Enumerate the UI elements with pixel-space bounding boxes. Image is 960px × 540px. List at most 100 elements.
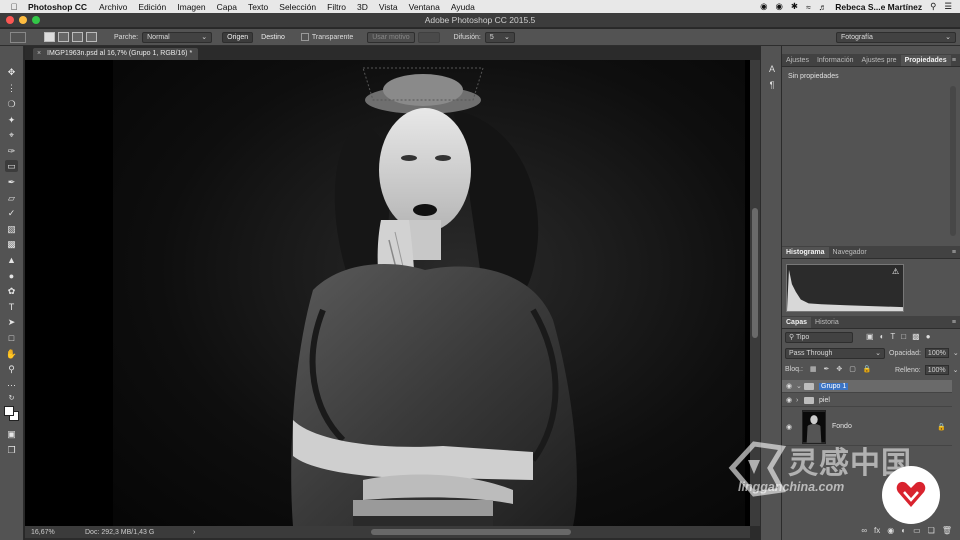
pattern-picker[interactable] <box>417 31 440 43</box>
eyedropper-tool-icon[interactable]: ✑ <box>5 145 18 157</box>
menu-vista[interactable]: Vista <box>379 2 398 12</box>
eye-icon[interactable]: ◉ <box>782 396 796 404</box>
quick-selection-tool-icon[interactable]: ✦ <box>5 114 18 126</box>
adjustment-filter-icon[interactable]: ◐ <box>880 332 885 341</box>
apple-menu-icon[interactable]:  <box>0 2 28 12</box>
layer-name[interactable]: piel <box>819 397 830 404</box>
close-tab-icon[interactable]: × <box>37 50 41 57</box>
menu-edicion[interactable]: Edición <box>138 2 166 12</box>
document-tab[interactable]: × IMGP1963n.psd al 16,7% (Grupo 1, RGB/1… <box>33 48 198 60</box>
subtract-selection-mode-icon[interactable] <box>72 32 83 42</box>
chevron-down-icon[interactable]: ⌄ <box>953 349 959 357</box>
tab-histograma[interactable]: Histograma <box>782 247 829 258</box>
use-pattern-button[interactable]: Usar motivo <box>367 31 415 43</box>
more-tools-icon[interactable]: ⋯ <box>5 379 18 391</box>
new-selection-mode-icon[interactable] <box>44 32 55 42</box>
pen-tool-icon[interactable]: ✿ <box>5 285 18 297</box>
patch-mode-select[interactable]: Normal ⌄ <box>142 31 213 43</box>
rectangle-tool-icon[interactable]: □ <box>5 332 18 344</box>
history-brush-tool-icon[interactable]: ✓ <box>5 207 18 219</box>
gradient-tool-icon[interactable]: ▩ <box>5 238 18 250</box>
transparent-checkbox[interactable] <box>300 33 309 41</box>
chevron-down-icon[interactable]: ⌄ <box>953 366 959 374</box>
horizontal-scroll-thumb[interactable] <box>371 529 571 535</box>
eraser-tool-icon[interactable]: ▧ <box>5 223 18 235</box>
menu-capa[interactable]: Capa <box>217 2 237 12</box>
marquee-tool-icon[interactable]: ⋮ <box>5 82 18 94</box>
panel-menu-icon[interactable]: ≡ <box>952 57 960 66</box>
lock-pixels-icon[interactable]: ✒ <box>824 365 830 373</box>
swap-colors-icon[interactable]: ↻ <box>5 393 18 405</box>
spotlight-icon[interactable]: ⚲ <box>930 1 936 12</box>
type-filter-icon[interactable]: T <box>890 332 895 341</box>
zoom-level[interactable]: 16,67% <box>25 529 85 536</box>
layer-name[interactable]: Grupo 1 <box>819 382 849 390</box>
tab-ajustes[interactable]: Ajustes <box>782 55 813 66</box>
doc-info[interactable]: Doc: 292,3 MB/1,43 G <box>85 529 193 536</box>
hand-tool-icon[interactable]: ✋ <box>5 348 18 360</box>
bluetooth-icon[interactable]: ✱ <box>791 1 798 12</box>
chevron-down-icon[interactable]: ⌄ <box>796 382 804 390</box>
smart-object-filter-icon[interactable]: ▩ <box>912 332 920 341</box>
paragraph-panel-icon[interactable]: ¶ <box>766 80 778 92</box>
tab-navegador[interactable]: Navegador <box>829 247 871 258</box>
eye-icon[interactable]: ◉ <box>782 382 796 390</box>
chevron-right-icon[interactable]: › <box>796 397 804 404</box>
layer-row-grupo-1[interactable]: ◉ ⌄ Grupo 1 <box>782 380 952 393</box>
screen-mode-icon[interactable]: ❐ <box>5 444 18 456</box>
user-name[interactable]: Rebeca S...e Martínez <box>835 2 922 12</box>
notification-center-icon[interactable]: ☰ <box>944 1 952 12</box>
blend-mode-select[interactable]: Pass Through ⌄ <box>785 348 885 359</box>
zoom-tool-icon[interactable]: ⚲ <box>5 363 18 375</box>
kind-filter-select[interactable]: ⚲ Tipo <box>785 332 853 343</box>
lock-artboard-icon[interactable]: ▢ <box>849 365 856 373</box>
menu-ayuda[interactable]: Ayuda <box>451 2 475 12</box>
intersect-selection-mode-icon[interactable] <box>86 32 97 42</box>
vertical-scroll-thumb[interactable] <box>752 208 758 338</box>
volume-icon[interactable]: ♬ <box>819 2 828 12</box>
tab-informacion[interactable]: Información <box>813 55 858 66</box>
pixel-filter-icon[interactable]: ▣ <box>866 332 874 341</box>
menu-ventana[interactable]: Ventana <box>409 2 440 12</box>
source-button[interactable]: Origen <box>222 31 254 43</box>
creative-cloud-icon[interactable]: ◉ <box>776 1 783 12</box>
app-menu[interactable]: Photoshop CC <box>28 2 87 12</box>
lasso-tool-icon[interactable]: ❍ <box>5 98 18 110</box>
eye-icon[interactable]: ◉ <box>782 423 796 431</box>
tool-preset-picker[interactable] <box>10 31 26 43</box>
lock-transparency-icon[interactable]: ▦ <box>810 365 817 373</box>
opacity-input[interactable]: 100% <box>924 348 949 358</box>
tab-historia[interactable]: Historia <box>811 317 843 328</box>
fill-input[interactable]: 100% <box>924 365 949 375</box>
tab-propiedades[interactable]: Propiedades <box>900 55 951 66</box>
properties-scrollbar[interactable] <box>950 86 956 236</box>
diffusion-select[interactable]: 5 ⌄ <box>484 31 515 43</box>
destination-button[interactable]: Destino <box>256 31 290 43</box>
status-menu-arrow[interactable]: › <box>193 529 203 536</box>
quick-mask-icon[interactable]: ▣ <box>5 428 18 440</box>
add-selection-mode-icon[interactable] <box>58 32 69 42</box>
filter-toggle-icon[interactable]: ● <box>926 332 931 341</box>
wifi-icon[interactable]: ≈ <box>806 2 811 12</box>
character-panel-icon[interactable]: A <box>766 64 778 76</box>
menu-3d[interactable]: 3D <box>357 2 368 12</box>
blur-tool-icon[interactable]: ▲ <box>5 254 18 266</box>
brush-tool-icon[interactable]: ✒ <box>5 176 18 188</box>
horizontal-scrollbar[interactable] <box>211 529 742 535</box>
lock-all-icon[interactable]: 🔒 <box>863 365 872 373</box>
lock-position-icon[interactable]: ✥ <box>836 365 842 373</box>
menu-archivo[interactable]: Archivo <box>99 2 127 12</box>
menu-seleccion[interactable]: Selección <box>279 2 316 12</box>
menu-imagen[interactable]: Imagen <box>177 2 205 12</box>
record-icon[interactable]: ◉ <box>760 1 767 12</box>
path-selection-tool-icon[interactable]: ➤ <box>5 316 18 328</box>
tab-capas[interactable]: Capas <box>782 317 812 328</box>
type-tool-icon[interactable]: T <box>5 301 18 313</box>
workspace-select[interactable]: Fotografía ⌄ <box>836 31 956 43</box>
layer-row-piel[interactable]: ◉ › piel <box>782 394 952 407</box>
move-tool-icon[interactable]: ✥ <box>5 66 18 78</box>
menu-texto[interactable]: Texto <box>248 2 268 12</box>
tab-ajustes-pre[interactable]: Ajustes pre <box>858 55 901 66</box>
clone-stamp-tool-icon[interactable]: ▱ <box>5 192 18 204</box>
foreground-color-swatch[interactable] <box>4 406 14 416</box>
